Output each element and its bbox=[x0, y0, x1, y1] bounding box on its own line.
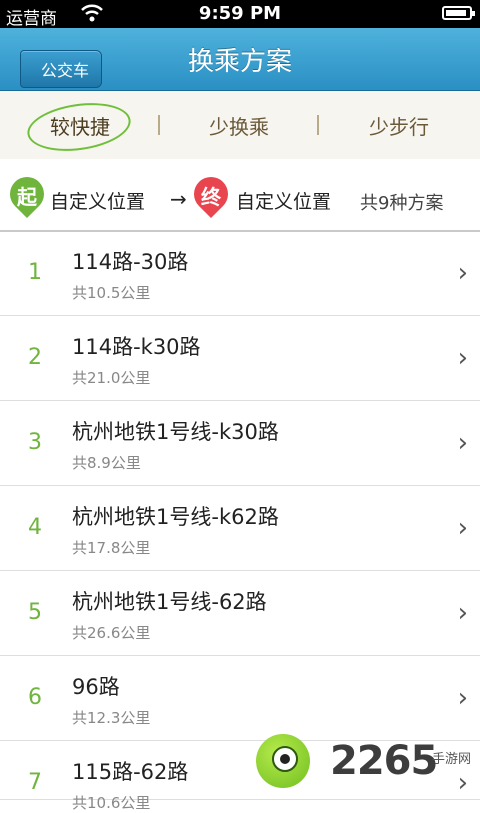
status-time: 9:59 PM bbox=[198, 3, 282, 24]
end-badge: 终 bbox=[201, 185, 221, 209]
plan-name: 杭州地铁1号线-k30路 bbox=[72, 420, 279, 444]
plan-name: 115路-62路 bbox=[72, 760, 189, 784]
start-location[interactable]: 自定义位置 bbox=[50, 187, 145, 214]
list-item[interactable]: 3 杭州地铁1号线-k30路 共8.9公里 › bbox=[0, 402, 480, 486]
end-location[interactable]: 自定义位置 bbox=[236, 187, 331, 214]
list-item[interactable]: 1 114路-30路 共10.5公里 › bbox=[0, 232, 480, 316]
mascot-icon bbox=[256, 734, 310, 788]
tab-fastest[interactable]: 较快捷 bbox=[0, 91, 160, 159]
plan-index: 7 bbox=[28, 770, 42, 795]
plan-distance: 共10.6公里 bbox=[72, 794, 151, 812]
plan-distance: 共21.0公里 bbox=[72, 369, 151, 387]
start-badge: 起 bbox=[17, 185, 37, 209]
watermark: 2265 手游网 bbox=[256, 728, 480, 800]
status-bar: 运营商 9:59 PM bbox=[0, 0, 480, 29]
chevron-right-icon: › bbox=[457, 513, 468, 543]
plan-index: 3 bbox=[28, 430, 42, 455]
plan-index: 4 bbox=[28, 515, 42, 540]
plan-name: 96路 bbox=[72, 675, 120, 699]
back-button[interactable]: 公交车 bbox=[10, 39, 102, 88]
plan-distance: 共26.6公里 bbox=[72, 624, 151, 642]
chevron-right-icon: › bbox=[457, 258, 468, 288]
arrow-icon: → bbox=[170, 187, 187, 211]
watermark-number: 2265 bbox=[330, 738, 438, 784]
zigzag-edge bbox=[0, 153, 480, 163]
back-button-label: 公交车 bbox=[20, 50, 102, 88]
plan-count: 共9种方案 bbox=[360, 193, 444, 214]
chevron-right-icon: › bbox=[457, 343, 468, 373]
plan-distance: 共10.5公里 bbox=[72, 284, 151, 302]
plan-index: 2 bbox=[28, 345, 42, 370]
navigation-bar: 换乘方案 公交车 bbox=[0, 28, 480, 91]
sort-tabs: 较快捷 少换乘 少步行 bbox=[0, 91, 480, 159]
plan-distance: 共12.3公里 bbox=[72, 709, 151, 727]
plan-name: 杭州地铁1号线-k62路 bbox=[72, 505, 279, 529]
plan-index: 6 bbox=[28, 685, 42, 710]
list-item[interactable]: 2 114路-k30路 共21.0公里 › bbox=[0, 317, 480, 401]
plan-distance: 共17.8公里 bbox=[72, 539, 151, 557]
tab-fewer-transfers[interactable]: 少换乘 bbox=[160, 91, 318, 159]
plan-index: 5 bbox=[28, 600, 42, 625]
chevron-right-icon: › bbox=[457, 428, 468, 458]
battery-icon bbox=[442, 6, 475, 20]
tab-less-walking[interactable]: 少步行 bbox=[318, 91, 480, 159]
plan-name: 114路-30路 bbox=[72, 250, 189, 274]
plan-name: 杭州地铁1号线-62路 bbox=[72, 590, 267, 614]
plan-distance: 共8.9公里 bbox=[72, 454, 141, 472]
plan-index: 1 bbox=[28, 260, 42, 285]
plan-name: 114路-k30路 bbox=[72, 335, 201, 359]
route-summary: 起 自定义位置 → 终 自定义位置 共9种方案 bbox=[0, 165, 480, 231]
chevron-right-icon: › bbox=[457, 598, 468, 628]
watermark-text: 手游网 bbox=[432, 752, 472, 767]
list-item[interactable]: 4 杭州地铁1号线-k62路 共17.8公里 › bbox=[0, 487, 480, 571]
list-item[interactable]: 5 杭州地铁1号线-62路 共26.6公里 › bbox=[0, 572, 480, 656]
chevron-right-icon: › bbox=[457, 683, 468, 713]
